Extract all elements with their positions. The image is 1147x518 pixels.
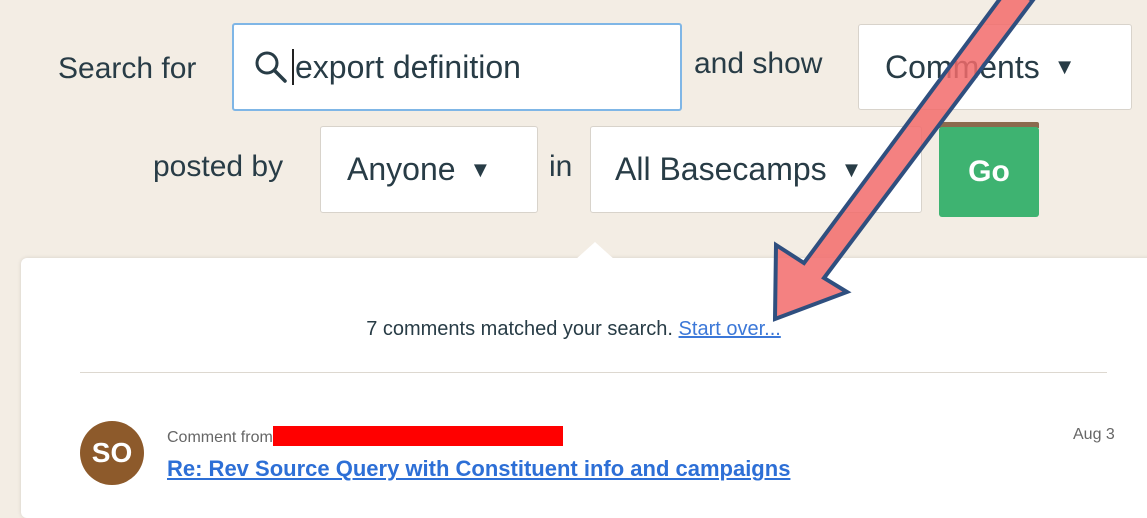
type-select[interactable]: Comments ▼ [858,24,1132,110]
search-query-text: export definition [295,48,521,85]
divider [80,372,1107,373]
start-over-link[interactable]: Start over... [679,318,781,340]
author-select-value: Anyone [347,151,456,187]
search-icon [255,51,287,83]
posted-by-label: posted by [153,150,284,183]
type-select-value: Comments [885,48,1040,85]
and-show-label: and show [694,47,823,80]
scope-select-value: All Basecamps [615,151,827,187]
comment-meta-prefix: Comment from [167,429,273,446]
comment-meta: Comment from [167,426,563,447]
results-summary: 7 comments matched your search. Start ov… [0,318,1147,341]
dropdown-triangle-icon: ▼ [840,156,863,182]
panel-pointer [575,242,615,260]
redacted-author-name [272,426,563,446]
go-button[interactable]: Go [939,127,1039,217]
in-label: in [549,150,573,183]
search-input[interactable]: export definition [232,23,682,111]
dropdown-triangle-icon: ▼ [1053,54,1076,79]
comment-title-link[interactable]: Re: Rev Source Query with Constituent in… [167,456,790,482]
scope-select[interactable]: All Basecamps ▼ [590,126,922,213]
dropdown-triangle-icon: ▼ [469,156,492,182]
comment-date: Aug 3 [1073,426,1115,443]
search-for-label: Search for [58,52,197,85]
avatar: SO [80,421,144,485]
results-count-text: 7 comments matched your search. [366,318,673,340]
text-cursor [292,49,294,85]
author-select[interactable]: Anyone ▼ [320,126,538,213]
